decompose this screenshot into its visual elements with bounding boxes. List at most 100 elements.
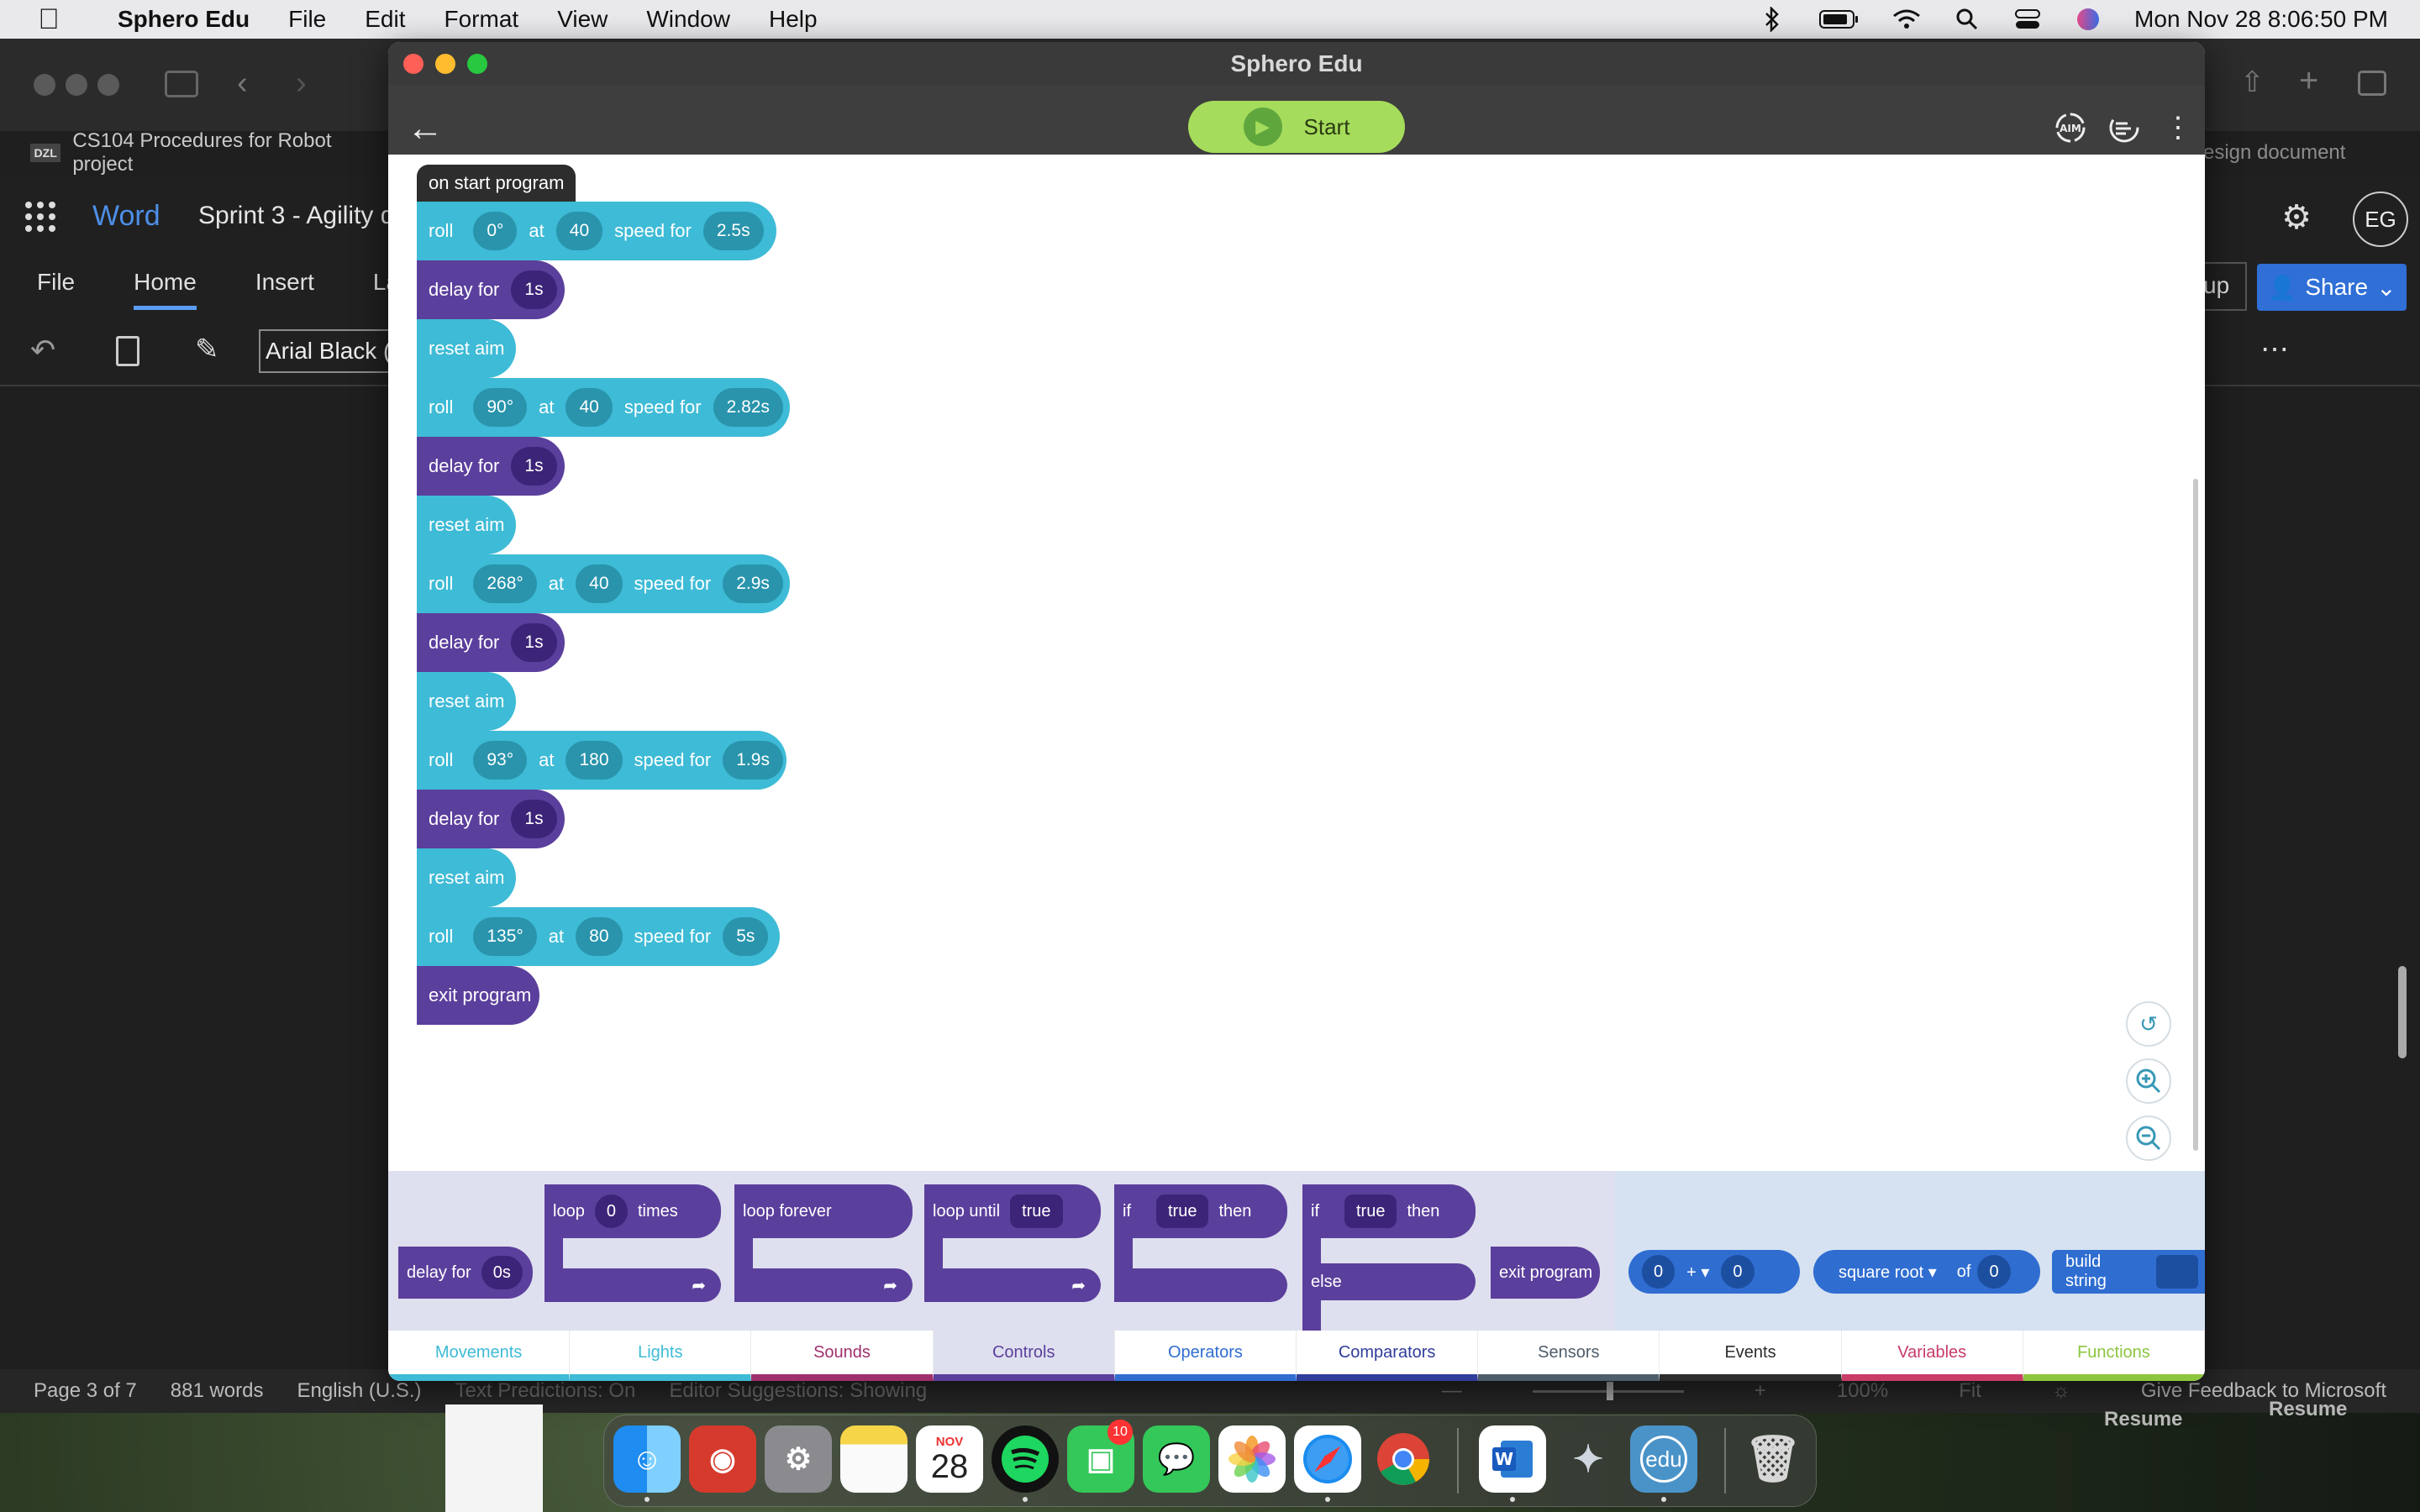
- menu-view[interactable]: View: [557, 6, 608, 33]
- reset-aim-block[interactable]: reset aim: [417, 848, 516, 907]
- speed-input[interactable]: 40: [566, 388, 613, 427]
- speed-input[interactable]: 40: [555, 212, 603, 250]
- exit-program-block[interactable]: exit program: [417, 966, 539, 1025]
- word-tab-home[interactable]: Home: [134, 269, 197, 310]
- palette-until-condition[interactable]: true: [1010, 1194, 1063, 1228]
- speed-input[interactable]: 180: [566, 741, 623, 780]
- menu-help[interactable]: Help: [769, 6, 818, 33]
- zoom-in-icon[interactable]: [2126, 1058, 2171, 1104]
- tab-events[interactable]: Events: [1660, 1331, 1842, 1381]
- palette-loop-until-block[interactable]: loop until true: [924, 1184, 1101, 1238]
- document-thumbnail[interactable]: [445, 1404, 543, 1512]
- word-icon[interactable]: W: [1479, 1425, 1546, 1493]
- canvas-scrollbar[interactable]: [2193, 479, 2198, 1151]
- palette-build-string-block[interactable]: build string: [2052, 1250, 2205, 1294]
- math-input[interactable]: 0: [1977, 1255, 2011, 1289]
- sun-icon[interactable]: ☼: [2052, 1379, 2070, 1403]
- undo-icon[interactable]: ↺: [2126, 1001, 2171, 1047]
- text-predictions[interactable]: Text Predictions: On: [455, 1379, 636, 1403]
- more-vertical-icon[interactable]: ⋮: [2161, 111, 2195, 144]
- trash-icon[interactable]: 🗑: [1739, 1425, 1807, 1493]
- reset-aim-block[interactable]: reset aim: [417, 672, 516, 731]
- palette-loop-block[interactable]: loop 0 times: [544, 1184, 721, 1238]
- minimize-window-button[interactable]: [435, 54, 455, 74]
- zoom-level[interactable]: 100%: [1837, 1379, 1888, 1403]
- fit-button[interactable]: Fit: [1959, 1379, 1981, 1403]
- start-button[interactable]: ▶ Start: [1188, 101, 1405, 153]
- string-input[interactable]: [2155, 1255, 2198, 1289]
- tab-variables[interactable]: Variables: [1841, 1331, 2023, 1381]
- roll-block[interactable]: roll 135° at 80 speed for 5s: [417, 907, 780, 966]
- heading-input[interactable]: 0°: [473, 212, 518, 250]
- system-preferences-icon[interactable]: ⚙: [765, 1425, 832, 1493]
- duration-input[interactable]: 2.5s: [702, 212, 764, 250]
- menu-app-name[interactable]: Sphero Edu: [118, 6, 250, 33]
- browser-tab[interactable]: DZL CS104 Procedures for Robot project: [30, 129, 383, 176]
- zoom-slider[interactable]: [1532, 1381, 1684, 1400]
- battery-icon[interactable]: [1818, 5, 1860, 34]
- code-canvas[interactable]: [388, 155, 2205, 1171]
- editor-suggestions[interactable]: Editor Suggestions: Showing: [669, 1379, 927, 1403]
- delay-block[interactable]: delay for 1s: [417, 790, 565, 848]
- speed-dial-icon[interactable]: [2107, 111, 2141, 144]
- tab-sensors[interactable]: Sensors: [1478, 1331, 1660, 1381]
- palette-math-block[interactable]: square root ▾ of 0: [1813, 1250, 2040, 1294]
- math-function-select[interactable]: square root ▾: [1839, 1262, 1937, 1283]
- photos-icon[interactable]: [1218, 1425, 1286, 1493]
- roll-block[interactable]: roll 0° at 40 speed for 2.5s: [417, 202, 776, 260]
- sidebar-toggle-icon[interactable]: [165, 71, 198, 97]
- delay-input[interactable]: 1s: [511, 270, 557, 309]
- palette-ifelse-condition[interactable]: true: [1344, 1194, 1397, 1228]
- feedback-link[interactable]: Give Feedback to Microsoft: [2141, 1379, 2386, 1403]
- duration-input[interactable]: 2.9s: [723, 564, 783, 603]
- messages-icon[interactable]: 💬: [1143, 1425, 1210, 1493]
- format-painter-icon[interactable]: ✎: [195, 333, 219, 366]
- spotlight-search-icon[interactable]: [1953, 5, 1981, 34]
- tab-operators[interactable]: Operators: [1114, 1331, 1297, 1381]
- palette-delay-block[interactable]: delay for 0s: [398, 1247, 533, 1299]
- forward-chevron-icon[interactable]: ›: [296, 66, 307, 102]
- bluetooth-icon[interactable]: [1758, 5, 1786, 34]
- palette-if-condition[interactable]: true: [1156, 1194, 1209, 1228]
- delay-block[interactable]: delay for 1s: [417, 260, 565, 319]
- tab-lights[interactable]: Lights: [570, 1331, 752, 1381]
- palette-delay-input[interactable]: 0s: [481, 1256, 523, 1289]
- on-start-program-block[interactable]: on start program: [417, 165, 576, 202]
- share-button[interactable]: 👤 Share ⌄: [2257, 264, 2407, 311]
- tab-sounds[interactable]: Sounds: [751, 1331, 934, 1381]
- back-chevron-icon[interactable]: ‹: [237, 66, 248, 102]
- tab-overview-icon[interactable]: [2358, 71, 2386, 96]
- siri-icon[interactable]: [2074, 5, 2102, 34]
- spotify-icon[interactable]: [992, 1425, 1059, 1493]
- operator-right-input[interactable]: 0: [1721, 1255, 1754, 1289]
- apple-menu-icon[interactable]: : [24, 3, 74, 36]
- zoom-plus-icon[interactable]: +: [1754, 1379, 1766, 1403]
- font-name-field[interactable]: Arial Black (I: [259, 329, 393, 373]
- menu-window[interactable]: Window: [646, 6, 730, 33]
- photo-booth-icon[interactable]: ◉: [689, 1425, 756, 1493]
- word-tab-file[interactable]: File: [37, 269, 75, 310]
- heading-input[interactable]: 135°: [473, 917, 537, 956]
- zoom-minus-icon[interactable]: —: [1442, 1379, 1462, 1403]
- duration-input[interactable]: 1.9s: [723, 741, 783, 780]
- clipboard-icon[interactable]: [116, 336, 139, 366]
- word-count[interactable]: 881 words: [171, 1379, 264, 1403]
- delay-input[interactable]: 1s: [511, 447, 557, 486]
- delay-block[interactable]: delay for 1s: [417, 437, 565, 496]
- speed-input[interactable]: 80: [576, 917, 623, 956]
- heading-input[interactable]: 93°: [473, 741, 528, 780]
- page-count[interactable]: Page 3 of 7: [34, 1379, 137, 1403]
- gear-icon[interactable]: ⚙: [2275, 198, 2317, 240]
- new-tab-icon[interactable]: +: [2299, 62, 2318, 100]
- tab-movements[interactable]: Movements: [388, 1331, 571, 1381]
- share-sheet-icon[interactable]: ⇧: [2240, 66, 2265, 99]
- language[interactable]: English (U.S.): [297, 1379, 422, 1403]
- palette-operator-block[interactable]: 0 + ▾ 0: [1628, 1250, 1800, 1294]
- more-options-icon[interactable]: ⋯: [2260, 333, 2289, 366]
- sphero-edu-icon[interactable]: edu: [1630, 1425, 1697, 1493]
- reset-aim-block[interactable]: reset aim: [417, 319, 516, 378]
- tab-functions[interactable]: Functions: [2023, 1331, 2205, 1381]
- palette-loop-forever-block[interactable]: loop forever: [734, 1184, 913, 1238]
- operator-left-input[interactable]: 0: [1642, 1255, 1676, 1289]
- reset-aim-block[interactable]: reset aim: [417, 496, 516, 554]
